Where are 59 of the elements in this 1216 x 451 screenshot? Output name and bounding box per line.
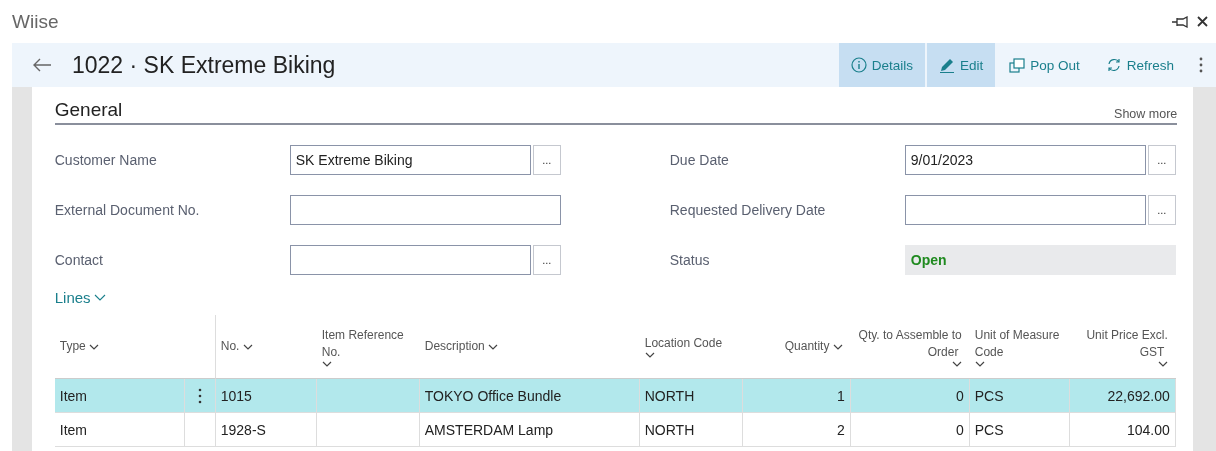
close-icon[interactable]	[1197, 16, 1208, 27]
input-field[interactable]	[289, 245, 531, 275]
chevron-down-icon	[951, 360, 962, 367]
table-cell: TOKYO Office Bundle	[419, 379, 640, 413]
toolbar-button[interactable]: Pop Out	[997, 43, 1092, 87]
table-cell: 0	[850, 413, 970, 447]
table-cell: NORTH	[639, 413, 743, 447]
field-label: Status	[669, 252, 711, 268]
table-cell: NORTH	[639, 379, 743, 413]
refresh-icon	[1105, 57, 1122, 73]
table-cell: PCS	[969, 413, 1070, 447]
chevron-down-icon	[242, 343, 253, 350]
chevron-down-icon	[93, 294, 106, 301]
field-label: Customer Name	[54, 152, 158, 168]
field-label: External Document No.	[54, 202, 201, 218]
info-icon	[850, 57, 867, 73]
table-cell: 104.00	[1069, 413, 1176, 447]
chevron-down-icon	[488, 343, 499, 350]
lookup-button[interactable]: ...	[1147, 145, 1176, 175]
app-title: Wiise	[12, 10, 59, 33]
input-field[interactable]: SK Extreme Biking	[289, 145, 531, 175]
lines-toggle[interactable]: Lines	[54, 289, 106, 306]
table-cell: 22,692.00	[1069, 379, 1176, 413]
input-field[interactable]	[904, 195, 1146, 225]
chevron-down-icon	[89, 343, 100, 350]
lookup-button[interactable]: ...	[532, 145, 561, 175]
more-icon[interactable]	[1198, 56, 1204, 74]
table-cell: 1928-S	[215, 413, 317, 447]
input-field[interactable]	[289, 195, 561, 225]
back-icon[interactable]	[32, 58, 52, 72]
field-label: Contact	[54, 252, 104, 268]
field-label: Requested Delivery Date	[669, 202, 827, 218]
input-field[interactable]: 9/01/2023	[904, 145, 1146, 175]
table-cell: 1015	[215, 379, 317, 413]
table-cell: 2	[742, 413, 851, 447]
more-icon[interactable]	[197, 387, 202, 404]
show-more-link[interactable]: Show more	[1114, 107, 1178, 121]
pin-icon[interactable]	[1171, 15, 1189, 28]
table-cell: 0	[850, 379, 970, 413]
field-label: Due Date	[669, 152, 730, 168]
lookup-button[interactable]: ...	[532, 245, 561, 275]
page-title: 1022 · SK Extreme Biking	[72, 51, 336, 79]
chevron-down-icon	[832, 343, 843, 350]
scrollbar[interactable]	[1193, 87, 1216, 451]
chevron-down-icon	[974, 360, 985, 367]
lookup-button[interactable]: ...	[1147, 195, 1176, 225]
chevron-down-icon	[321, 360, 332, 367]
chevron-down-icon	[1157, 360, 1168, 367]
table-cell: Item	[54, 413, 185, 447]
section-title: General	[54, 99, 123, 121]
chevron-down-icon	[644, 352, 655, 358]
table-cell: Item	[54, 379, 185, 413]
status-value: Open	[904, 245, 1176, 275]
table-cell: AMSTERDAM Lamp	[419, 413, 640, 447]
pencil-icon	[938, 57, 955, 73]
table-cell: 1	[742, 379, 851, 413]
windows-icon	[1009, 57, 1026, 73]
toolbar-button[interactable]: Refresh	[1093, 43, 1186, 87]
table-cell: PCS	[969, 379, 1070, 413]
